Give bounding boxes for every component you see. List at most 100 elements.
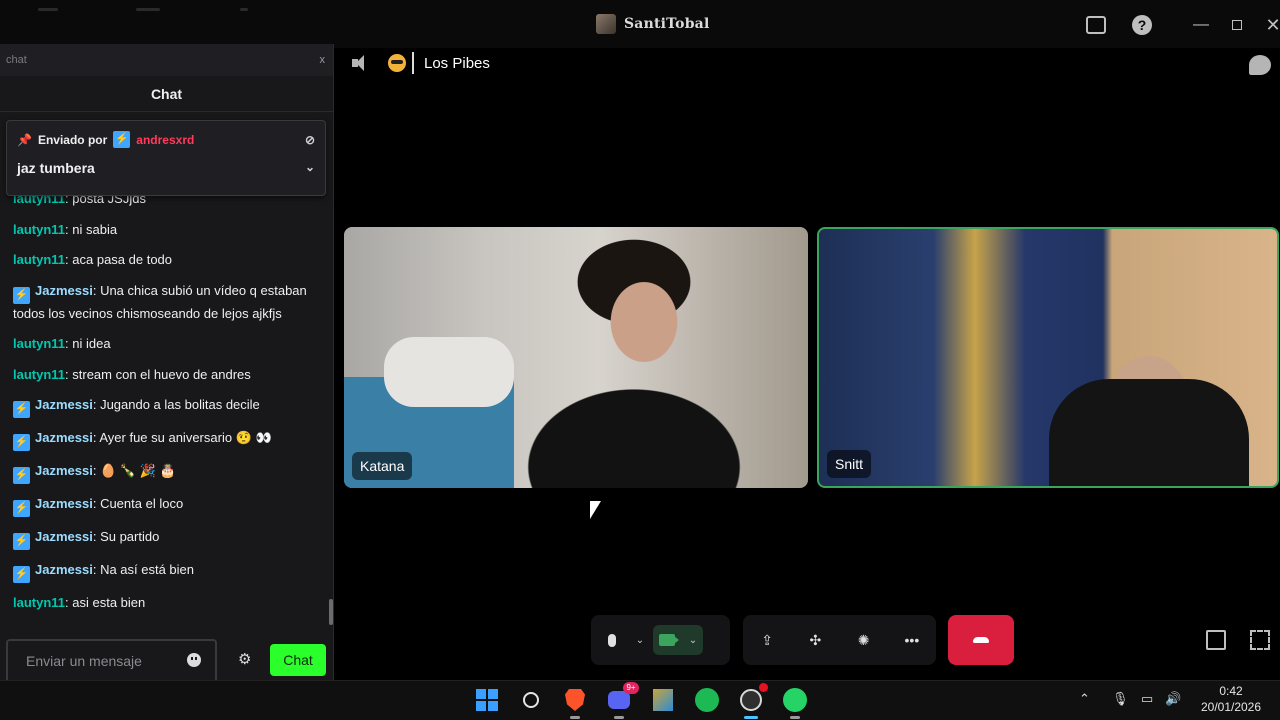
chevron-down-icon[interactable]: ⌄ (305, 160, 315, 176)
avatar (596, 14, 616, 34)
maximize-button[interactable] (1226, 14, 1248, 36)
network-icon[interactable]: ▭ (1141, 691, 1153, 707)
emoji-icon[interactable] (187, 653, 201, 667)
chat-username[interactable]: Jazmessi (35, 562, 93, 577)
chat-username[interactable]: Jazmessi (35, 496, 93, 511)
chat-panel: chat x Chat 📌 Enviado por ⚡ andresxrd ⊘ … (0, 44, 334, 694)
pin-icon: 📌 (17, 132, 32, 147)
chat-text: Ayer fue su aniversario 🤨 👀 (99, 430, 272, 445)
chevron-up-icon[interactable]: ⌃ (1079, 691, 1090, 707)
mouse-cursor-icon (590, 501, 601, 519)
chat-message: ⚡ Jazmessi: Ayer fue su aniversario 🤨 👀 (13, 423, 314, 456)
clock-date: 20/01/2026 (1200, 700, 1262, 714)
more-options-button[interactable]: ••• (897, 625, 927, 655)
pinned-message[interactable]: 📌 Enviado por ⚡ andresxrd ⊘ jaz tumbera … (6, 120, 326, 196)
spotify-app[interactable] (693, 686, 721, 714)
discord-app[interactable]: 9+ (605, 682, 639, 719)
brave-icon (565, 689, 585, 711)
user-badge-icon: ⚡ (113, 131, 131, 148)
chat-topbar: chat x (0, 44, 333, 76)
screen-share-button[interactable]: ⇪ (752, 625, 782, 655)
pinned-text: jaz tumbera (17, 160, 95, 176)
divider (412, 52, 414, 74)
popout-icon[interactable] (1206, 630, 1226, 650)
clock-time: 0:42 (1219, 684, 1243, 698)
chat-message: ⚡ Jazmessi: Su partido (13, 522, 314, 555)
whatsapp-app[interactable] (781, 686, 809, 719)
hide-icon[interactable]: ⊘ (305, 133, 315, 147)
clock[interactable]: 0:42 20/01/2026 (1196, 683, 1266, 715)
separator: : (92, 463, 101, 478)
user-badge-icon: ⚡ (13, 566, 30, 583)
audio-video-controls: ⌄ ⌄ (591, 615, 730, 665)
windows-icon (476, 689, 498, 711)
chat-text: asi esta bien (72, 595, 146, 610)
chat-text: ni idea (72, 336, 111, 351)
separator: : (92, 562, 101, 577)
chat-username[interactable]: Jazmessi (35, 529, 93, 544)
chat-username[interactable]: Jazmessi (35, 283, 93, 298)
inbox-icon[interactable] (1086, 16, 1106, 34)
chat-username[interactable]: Jazmessi (35, 430, 93, 445)
search-button[interactable] (517, 686, 545, 714)
help-icon[interactable]: ? (1132, 15, 1152, 35)
group-avatar-icon (388, 54, 406, 72)
chat-username[interactable]: lautyn11 (13, 336, 65, 351)
chat-message: lautyn11: ni sabia (13, 215, 314, 246)
app-indicator (790, 716, 800, 719)
user-badge-icon: ⚡ (13, 467, 30, 484)
app-indicator (570, 716, 580, 719)
microphone-tray-icon[interactable]: 🎙 (1112, 691, 1129, 707)
volume-icon[interactable]: 🔊 (1165, 691, 1181, 707)
game-launcher-app[interactable] (649, 686, 677, 714)
chat-scrollbar[interactable] (329, 599, 333, 625)
microphone-icon (608, 633, 616, 647)
camera-button[interactable]: ⌄ (653, 625, 703, 655)
fullscreen-icon[interactable] (1250, 630, 1270, 650)
chat-text: stream con el huevo de andres (72, 366, 251, 382)
chat-message: lautyn11: ni idea (13, 329, 314, 360)
chat-username[interactable]: lautyn11 (13, 252, 65, 267)
chat-message: ⚡ Jazmessi: Cuenta el loco (13, 489, 314, 522)
chat-message: lautyn11: stream con el huevo de andres (13, 360, 314, 391)
camera-options-chevron-icon[interactable]: ⌄ (689, 635, 697, 646)
obs-app[interactable] (737, 683, 768, 719)
chat-username[interactable]: lautyn11 (13, 222, 65, 237)
chat-username[interactable]: lautyn11 (13, 367, 65, 382)
mic-options-chevron-icon[interactable]: ⌄ (633, 625, 647, 655)
app-indicator (614, 716, 624, 719)
window-title: SantiTobal (624, 16, 710, 32)
close-window-button[interactable]: ✕ (1262, 14, 1280, 36)
soundboard-button[interactable]: ✺ (849, 625, 879, 655)
chat-message: lautyn11: aca pasa de todo (13, 245, 314, 276)
chat-username[interactable]: Jazmessi (35, 463, 93, 478)
chat-username[interactable]: lautyn11 (13, 595, 65, 610)
video-background (384, 337, 514, 407)
minimize-button[interactable]: — (1190, 14, 1212, 36)
chat-message-list[interactable]: lautyn11: posta JSJjds lautyn11: ni sabia… (0, 190, 326, 630)
start-button[interactable] (473, 686, 501, 714)
chat-send-button[interactable]: Chat (270, 644, 326, 676)
activities-button[interactable]: ✣ (800, 625, 830, 655)
chat-username[interactable]: Jazmessi (35, 397, 93, 412)
blurred-tab (136, 8, 160, 11)
video-tile-katana[interactable]: Katana (344, 227, 808, 488)
brave-app[interactable] (561, 686, 589, 719)
microphone-button[interactable] (597, 625, 627, 655)
taskbar: 9+ ⌃ 🎙 ▭ 🔊 0:42 20/01/2026 (0, 680, 1280, 720)
participant-name: Snitt (827, 450, 872, 478)
chat-close-button[interactable]: x (320, 54, 326, 66)
user-badge-icon: ⚡ (13, 286, 30, 304)
video-tile-snitt[interactable]: Snitt (817, 227, 1279, 488)
gear-icon[interactable]: ⚙ (238, 650, 251, 668)
chat-input[interactable] (6, 639, 217, 683)
pinned-user[interactable]: andresxrd (136, 133, 194, 147)
chat-message: ⚡ Jazmessi: Una chica subió un vídeo q es… (13, 276, 314, 330)
pinned-header: 📌 Enviado por ⚡ andresxrd ⊘ (17, 131, 315, 148)
speaker-icon[interactable] (350, 53, 370, 73)
user-badge-icon: ⚡ (13, 401, 30, 418)
end-call-button[interactable] (948, 615, 1014, 665)
chat-panel-label: chat (6, 54, 27, 66)
separator: : (92, 282, 101, 298)
chat-bubble-icon[interactable] (1249, 55, 1271, 75)
